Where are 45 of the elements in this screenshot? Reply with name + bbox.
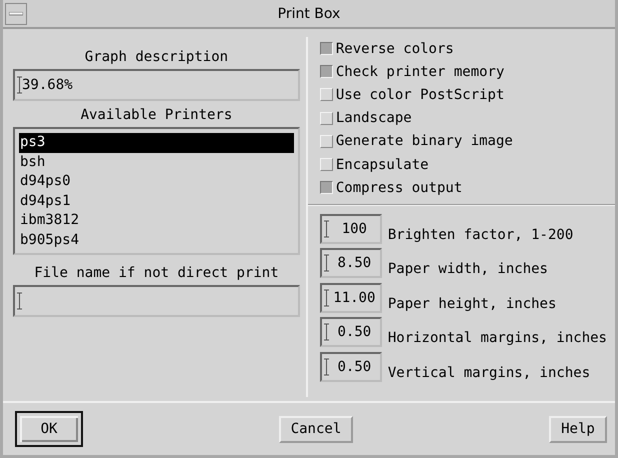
dialog-button[interactable]: OK xyxy=(15,411,83,447)
text-cursor-icon xyxy=(324,254,329,272)
checkbox-label: Reverse colors xyxy=(336,40,454,57)
list-item[interactable]: d94ps0 xyxy=(19,172,294,192)
input-field[interactable]: 100 xyxy=(320,214,382,244)
dialog-button[interactable]: Cancel xyxy=(278,416,354,442)
list-item[interactable]: bsh xyxy=(19,152,294,172)
text-cursor-icon xyxy=(324,323,329,342)
input-field[interactable] xyxy=(13,285,300,317)
checkbox-label: Landscape xyxy=(336,110,412,126)
field-label: Vertical margins, inches xyxy=(388,364,590,381)
list-label: Available Printers xyxy=(80,107,234,123)
input-field[interactable]: 11.00 xyxy=(320,282,382,313)
checkbox-label: Generate binary image xyxy=(336,133,513,150)
list-item[interactable]: ps3 xyxy=(19,133,294,152)
input-field[interactable]: 0.50 xyxy=(320,352,382,382)
checkbox-label: Encapsulate xyxy=(336,156,429,173)
checkbox[interactable] xyxy=(320,181,333,194)
checkbox-label: Use color PostScript xyxy=(336,86,504,103)
window-title: Print Box xyxy=(276,6,342,22)
text-cursor-icon xyxy=(17,76,22,94)
input-field[interactable]: 39.68% xyxy=(13,69,300,101)
field-label: Paper width, inches xyxy=(388,261,548,278)
checkbox-label: Compress output xyxy=(336,180,462,196)
field-label: Brighten factor, 1-200 xyxy=(388,226,574,243)
list-item[interactable]: b905ps4 xyxy=(19,230,294,250)
field-label: File name if not direct print xyxy=(33,265,280,281)
list-item[interactable]: ibm3812 xyxy=(19,211,294,230)
printer-list[interactable]: ps3 bsh d94ps0 d94ps1 ibm3812 b905ps4 xyxy=(13,127,300,255)
checkbox[interactable] xyxy=(320,65,333,78)
text-cursor-icon xyxy=(17,292,22,310)
list-item[interactable]: d94ps1 xyxy=(19,192,294,211)
input-field[interactable]: 8.50 xyxy=(320,248,382,278)
field-label: Horizontal margins, inches xyxy=(388,330,607,346)
text-cursor-icon xyxy=(324,220,329,238)
checkbox-label: Check printer memory xyxy=(336,64,504,80)
text-cursor-icon xyxy=(324,288,329,307)
minus-icon xyxy=(9,12,23,16)
input-field[interactable]: 0.50 xyxy=(320,317,382,348)
field-label: Paper height, inches xyxy=(388,296,556,312)
window-menu-button[interactable] xyxy=(5,2,27,24)
checkbox[interactable] xyxy=(320,42,333,56)
field-label: Graph description xyxy=(84,49,230,65)
text-cursor-icon xyxy=(324,358,329,376)
dialog-button[interactable]: Help xyxy=(548,416,607,442)
